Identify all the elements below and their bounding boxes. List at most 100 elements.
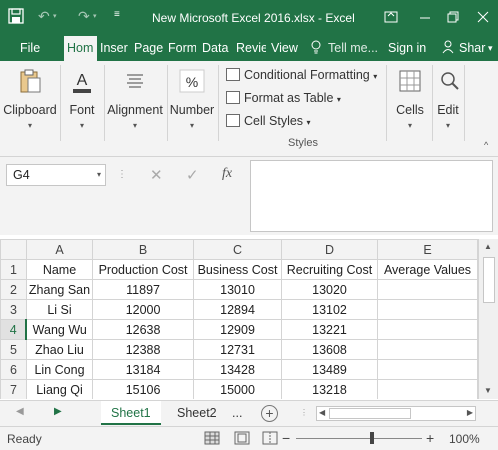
cell[interactable]: 13218 [281, 379, 378, 399]
tab-insert[interactable]: Inser [100, 36, 130, 61]
cell[interactable]: 13102 [281, 299, 378, 320]
cell[interactable]: Average Values [377, 259, 478, 280]
cell[interactable]: Business Cost [193, 259, 283, 280]
row-header[interactable]: 5 [0, 339, 27, 360]
column-header[interactable]: D [281, 239, 378, 260]
tab-view[interactable]: View [271, 36, 301, 61]
cell[interactable]: 11897 [92, 279, 195, 300]
cancel-icon[interactable]: ✕ [150, 166, 163, 184]
scroll-right-icon[interactable]: ▶ [467, 408, 473, 417]
cell[interactable]: 12731 [193, 339, 283, 360]
cell[interactable]: 13221 [281, 319, 378, 340]
cell[interactable]: Liang Qi [25, 379, 94, 399]
next-sheet-icon[interactable]: ▶ [54, 406, 62, 417]
tab-splitter[interactable]: ⋮ [300, 408, 308, 417]
tab-file[interactable]: File [20, 36, 50, 61]
restore-icon[interactable] [440, 6, 466, 28]
column-header[interactable]: A [25, 239, 94, 260]
vertical-scroll-thumb[interactable] [483, 257, 495, 303]
sheet-tab-sheet1[interactable]: Sheet1 [101, 401, 161, 425]
formula-input[interactable] [250, 160, 493, 232]
conditional-formatting-button[interactable]: Conditional Formatting ▾ [226, 65, 377, 85]
cell[interactable]: Production Cost [92, 259, 195, 280]
cell[interactable]: 12000 [92, 299, 195, 320]
zoom-out-icon[interactable]: − [282, 430, 290, 446]
column-header[interactable]: C [193, 239, 283, 260]
cell[interactable]: Wang Wu [25, 319, 94, 340]
scroll-down-icon[interactable]: ▼ [484, 386, 492, 395]
tab-home[interactable]: Hom [64, 36, 97, 61]
alignment-group[interactable]: Alignment ▾ [104, 61, 166, 141]
cell[interactable] [377, 299, 478, 320]
customize-qat-icon[interactable]: ≡ [114, 9, 120, 20]
cell[interactable]: Recruiting Cost [281, 259, 378, 280]
cell[interactable]: Zhao Liu [25, 339, 94, 360]
zoom-slider[interactable] [296, 438, 422, 439]
name-box-dropdown-icon[interactable]: ▾ [97, 165, 101, 185]
zoom-level[interactable]: 100% [449, 432, 480, 446]
cell[interactable]: 12638 [92, 319, 195, 340]
cell[interactable]: 13489 [281, 359, 378, 380]
close-icon[interactable] [470, 6, 496, 28]
row-header-selected[interactable]: 4 [0, 319, 28, 340]
column-header[interactable]: B [92, 239, 195, 260]
sheet-tab-sheet2[interactable]: Sheet2 [167, 401, 227, 425]
cells-group[interactable]: Cells ▾ [388, 61, 432, 141]
add-sheet-icon[interactable]: + [261, 405, 278, 422]
ribbon-display-options-icon[interactable] [378, 6, 404, 28]
redo-dropdown-icon[interactable]: ▾ [93, 12, 97, 20]
horizontal-scrollbar[interactable]: ◀ ▶ [316, 406, 476, 421]
editing-group[interactable]: Edit ▾ [433, 61, 463, 141]
row-header[interactable]: 2 [0, 279, 27, 300]
collapse-ribbon-icon[interactable]: ^ [484, 140, 488, 150]
number-group[interactable]: % Number ▾ [168, 61, 216, 141]
cell[interactable]: 15106 [92, 379, 195, 399]
tell-me-search[interactable]: Tell me... [328, 36, 378, 61]
clipboard-group[interactable]: Clipboard ▾ [0, 61, 60, 141]
enter-icon[interactable]: ✓ [186, 166, 199, 184]
normal-view-icon[interactable] [204, 431, 220, 445]
share-button[interactable]: Shar [459, 36, 487, 61]
cell[interactable]: 12909 [193, 319, 283, 340]
cell[interactable]: Lin Cong [25, 359, 94, 380]
save-icon[interactable] [8, 8, 24, 27]
tab-data[interactable]: Data [202, 36, 230, 61]
tab-formulas[interactable]: Form [168, 36, 196, 61]
cell[interactable] [377, 359, 478, 380]
minimize-icon[interactable] [412, 6, 438, 28]
row-header[interactable]: 6 [0, 359, 27, 380]
cell[interactable]: 13020 [281, 279, 378, 300]
row-header[interactable]: 1 [0, 259, 27, 280]
tab-review[interactable]: Revie [236, 36, 266, 61]
horizontal-scroll-thumb[interactable] [329, 408, 411, 419]
page-layout-view-icon[interactable] [234, 431, 250, 445]
select-all-corner[interactable] [0, 239, 27, 260]
cell[interactable]: 13010 [193, 279, 283, 300]
cell[interactable]: Name [25, 259, 94, 280]
cell[interactable] [377, 379, 478, 399]
cell-styles-button[interactable]: Cell Styles ▾ [226, 111, 311, 131]
row-header[interactable]: 7 [0, 379, 27, 399]
row-header[interactable]: 3 [0, 299, 27, 320]
vertical-scrollbar[interactable]: ▲ ▼ [478, 239, 498, 399]
sign-in-link[interactable]: Sign in [388, 36, 428, 61]
prev-sheet-icon[interactable]: ◀ [16, 406, 24, 417]
worksheet-grid[interactable]: A B C D E 1 Name Production Cost Busines… [0, 239, 478, 399]
zoom-slider-thumb[interactable] [370, 432, 374, 444]
cell[interactable]: Zhang San [25, 279, 94, 300]
zoom-in-icon[interactable]: + [426, 430, 434, 446]
cell[interactable]: 13428 [193, 359, 283, 380]
cell[interactable]: Li Si [25, 299, 94, 320]
share-icon[interactable] [442, 36, 456, 61]
cell[interactable]: 12894 [193, 299, 283, 320]
tab-page-layout[interactable]: Page [134, 36, 164, 61]
format-as-table-button[interactable]: Format as Table ▾ [226, 88, 341, 108]
undo-dropdown-icon[interactable]: ▾ [53, 12, 57, 20]
redo-icon[interactable]: ↷ [78, 8, 90, 25]
cell[interactable]: 12388 [92, 339, 195, 360]
cell[interactable] [377, 279, 478, 300]
column-header[interactable]: E [377, 239, 478, 260]
more-sheets[interactable]: ... [228, 401, 246, 425]
page-break-view-icon[interactable] [262, 431, 278, 445]
formula-bar-splitter[interactable]: ⋮ [117, 169, 128, 180]
